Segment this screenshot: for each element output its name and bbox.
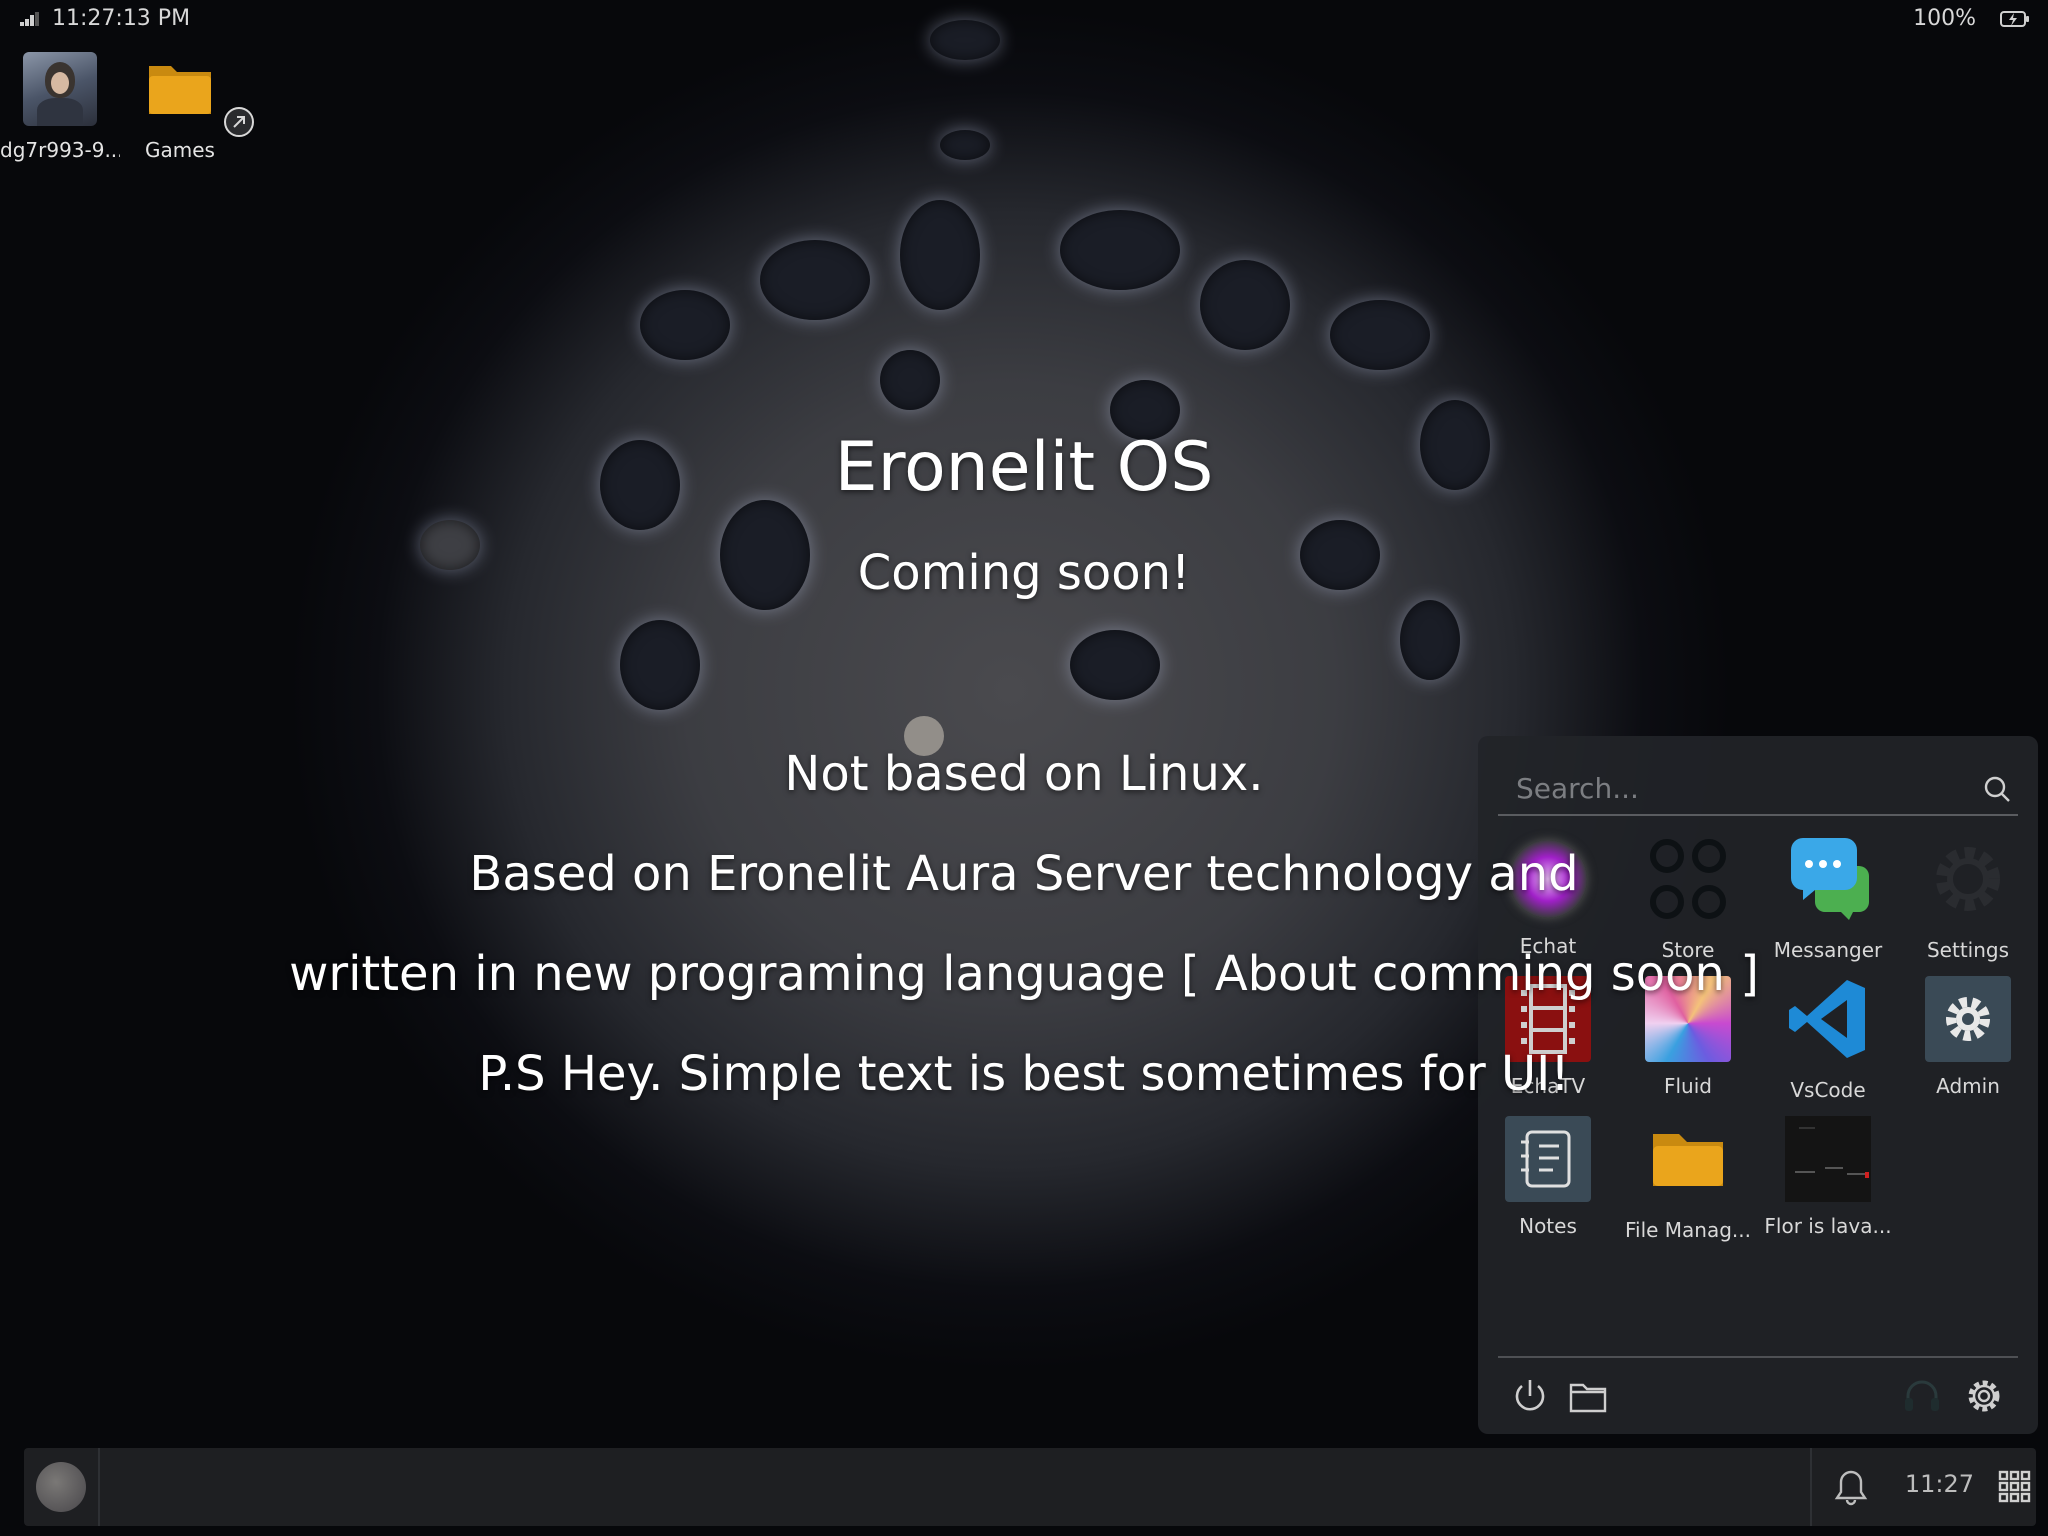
app-label: Notes bbox=[1519, 1214, 1577, 1238]
mouse-cursor bbox=[904, 716, 944, 756]
headset-icon[interactable] bbox=[1902, 1376, 1942, 1416]
search-bar bbox=[1498, 766, 2018, 816]
desktop-icon-label: dg7r993-9... bbox=[0, 138, 120, 162]
folder-icon bbox=[1653, 1134, 1723, 1186]
bell-icon[interactable] bbox=[1834, 1468, 1868, 1506]
taskbar: 11:27 bbox=[24, 1448, 2036, 1526]
taskbar-divider bbox=[1810, 1448, 1812, 1526]
grid-icon[interactable] bbox=[1998, 1470, 2032, 1504]
folder-shortcut-icon bbox=[143, 52, 254, 137]
start-button[interactable] bbox=[36, 1462, 86, 1512]
app-file-manager[interactable]: File Manag... bbox=[1618, 1116, 1758, 1242]
app-notes[interactable]: Notes bbox=[1478, 1116, 1618, 1238]
battery-percentage: 100% bbox=[1913, 6, 1976, 31]
folder-outline-icon[interactable] bbox=[1568, 1376, 1608, 1416]
desktop-icon-label: Games bbox=[145, 138, 215, 162]
info-line-3: written in new programing language [ Abo… bbox=[289, 946, 1759, 1002]
desktop-icon-games[interactable]: Games bbox=[120, 52, 254, 162]
page-subtitle: Coming soon! bbox=[857, 545, 1191, 601]
info-line-4: P.S Hey. Simple text is best sometimes f… bbox=[478, 1046, 1570, 1102]
page-title: Eronelit OS bbox=[834, 428, 1214, 507]
power-icon[interactable] bbox=[1510, 1376, 1550, 1416]
gear-icon[interactable] bbox=[1964, 1376, 2004, 1416]
taskbar-clock[interactable]: 11:27 bbox=[1905, 1470, 1974, 1498]
signal-icon bbox=[20, 12, 40, 26]
app-flor-is-lava[interactable]: Flor is lava... bbox=[1758, 1116, 1898, 1238]
app-label: File Manag... bbox=[1624, 1218, 1752, 1242]
notes-icon bbox=[1505, 1116, 1591, 1202]
image-thumbnail bbox=[23, 52, 97, 126]
app-label: Flor is lava... bbox=[1764, 1214, 1892, 1238]
status-bar: 11:27:13 PM 100% bbox=[0, 0, 2048, 36]
taskbar-divider bbox=[98, 1448, 100, 1526]
game-thumbnail bbox=[1785, 1116, 1871, 1202]
search-icon[interactable] bbox=[1982, 774, 2012, 804]
menu-divider bbox=[1498, 1356, 2018, 1358]
desktop-icon-image[interactable]: dg7r993-9... bbox=[0, 52, 120, 162]
status-clock: 11:27:13 PM bbox=[52, 6, 191, 31]
search-input[interactable] bbox=[1498, 766, 2018, 810]
info-line-2: Based on Eronelit Aura Server technology… bbox=[469, 846, 1579, 902]
battery-charging-icon bbox=[2000, 11, 2029, 27]
